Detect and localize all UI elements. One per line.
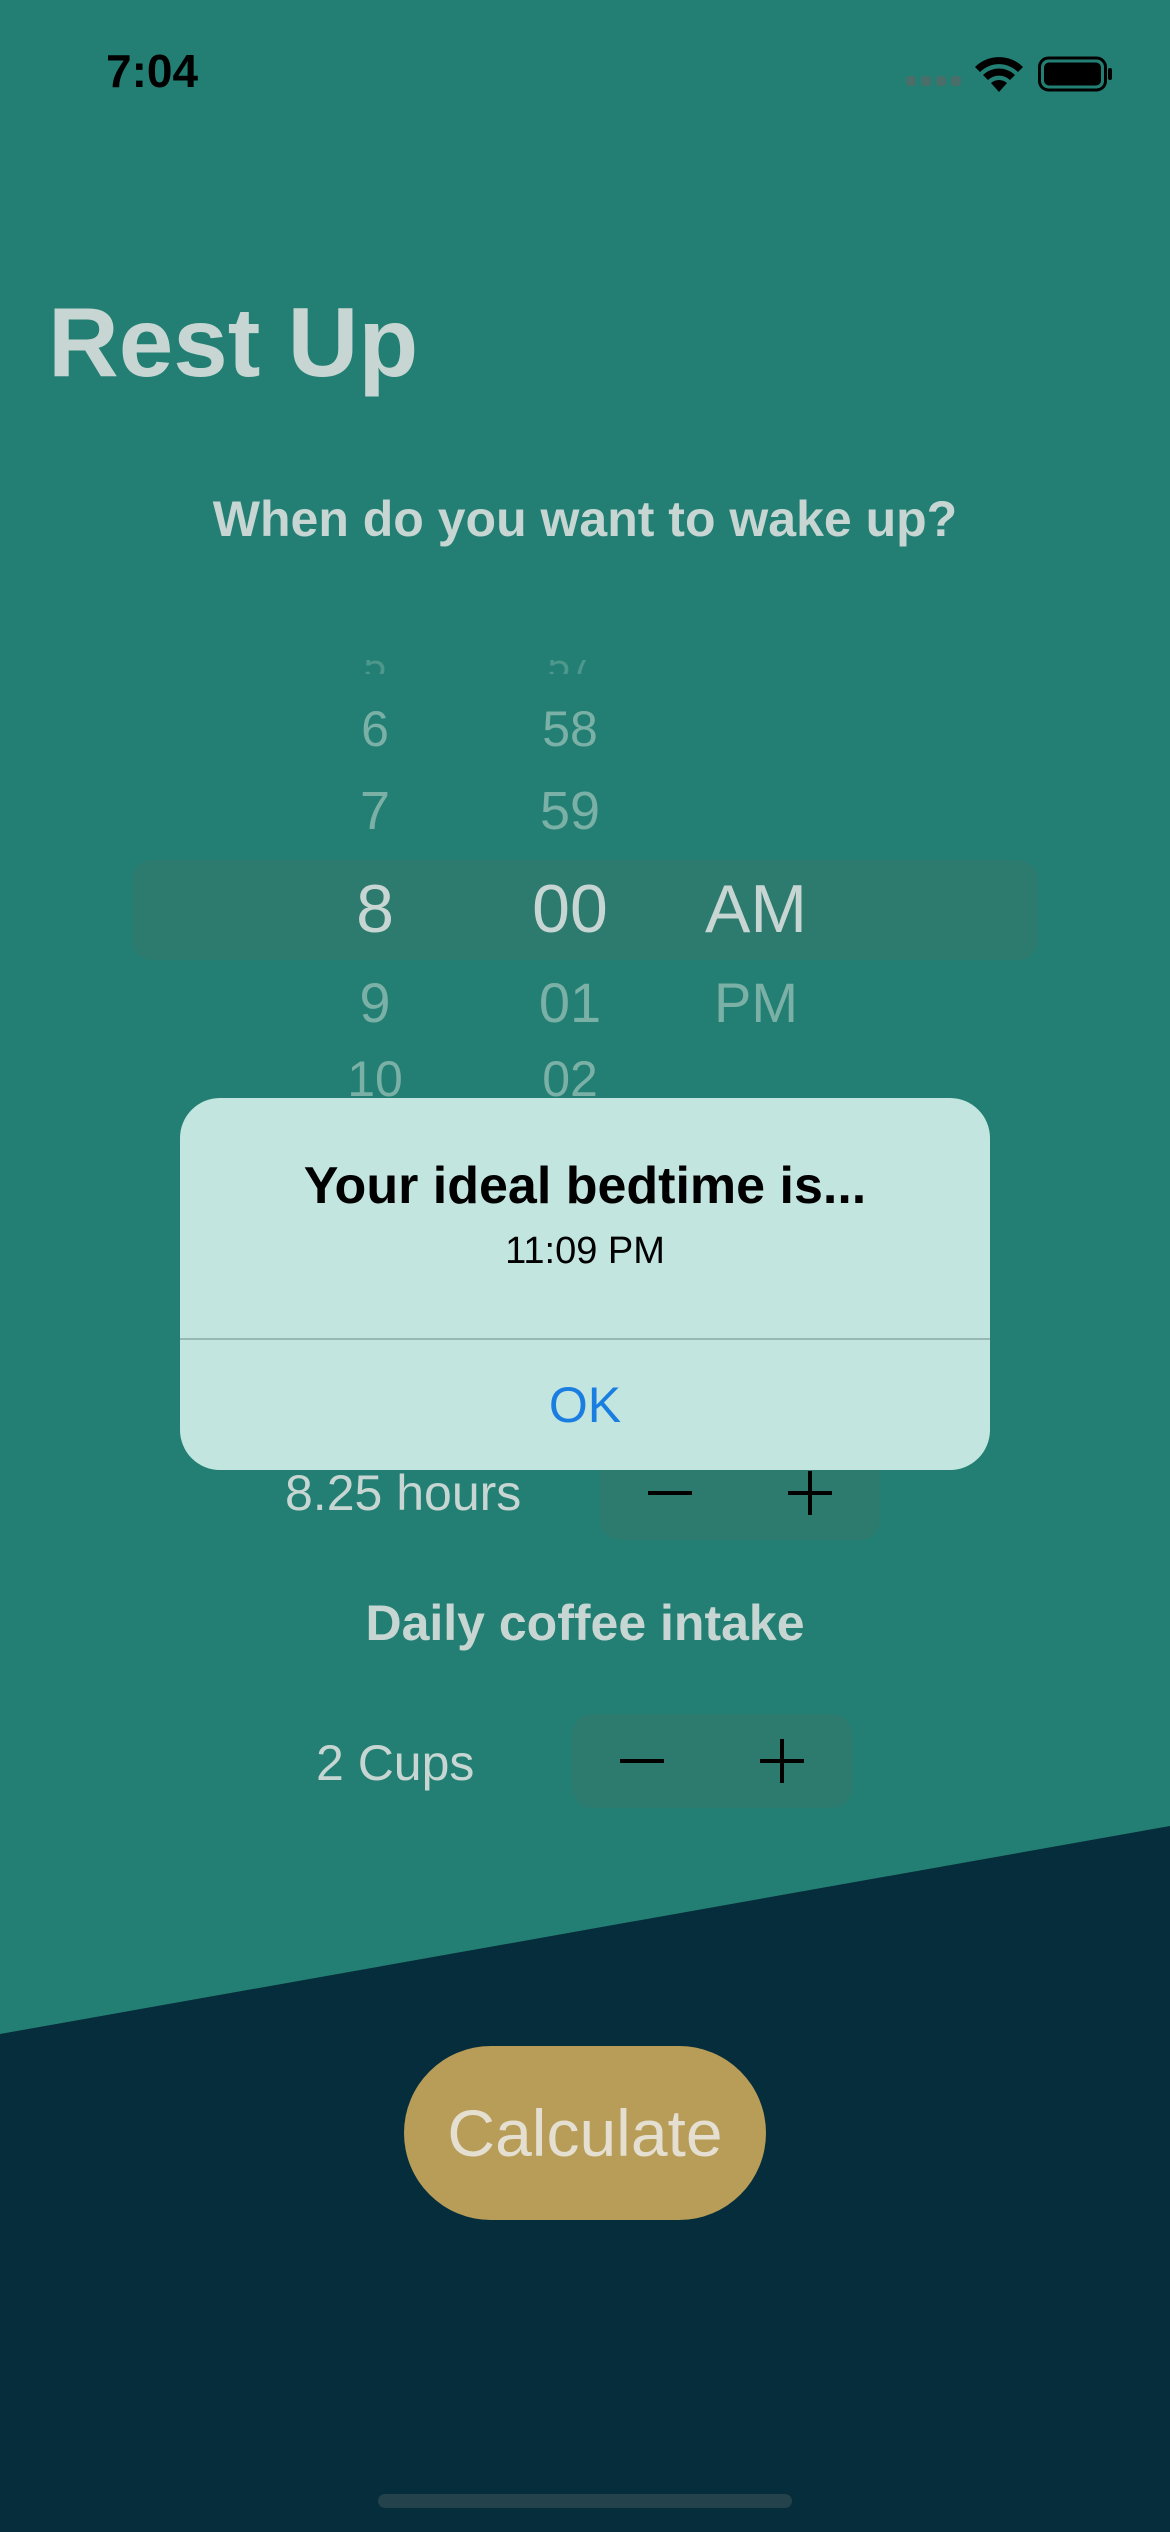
minute-option: 59 (539, 781, 601, 841)
period-wheel[interactable]: AM PM (686, 640, 826, 1100)
alert-ok-button[interactable]: OK (180, 1340, 990, 1470)
status-time: 7:04 (106, 45, 199, 97)
sleep-amount-value: 8.25 hours (285, 1465, 522, 1521)
minus-icon (648, 1491, 692, 1495)
plus-icon (760, 1739, 804, 1783)
coffee-intake-heading: Daily coffee intake (365, 1595, 805, 1651)
hour-option: 9 (359, 971, 391, 1034)
hour-wheel[interactable]: 5 6 7 8 9 10 (315, 640, 435, 1100)
wake-time-picker[interactable]: 5 6 7 8 9 10 57 58 59 00 01 02 AM PM (0, 640, 1170, 1100)
coffee-amount-stepper[interactable] (572, 1714, 852, 1808)
minute-option-selected: 00 (532, 871, 608, 947)
coffee-decrement-button[interactable] (572, 1714, 712, 1808)
home-indicator[interactable] (378, 2494, 792, 2508)
hour-option-selected: 8 (356, 871, 394, 947)
hour-option: 7 (359, 781, 391, 841)
app-title: Rest Up (48, 287, 419, 397)
cellular-signal-icon (906, 76, 962, 86)
minute-option: 57 (510, 660, 630, 674)
minute-wheel[interactable]: 57 58 59 00 01 02 (510, 640, 630, 1100)
bedtime-alert: Your ideal bedtime is... 11:09 PM OK (180, 1098, 990, 1470)
hour-option: 5 (315, 660, 435, 674)
minus-icon (620, 1759, 664, 1763)
plus-icon (788, 1471, 832, 1515)
hour-option: 6 (361, 701, 389, 757)
hour-option: 10 (347, 1051, 403, 1100)
coffee-increment-button[interactable] (712, 1714, 852, 1808)
period-option: PM (714, 971, 798, 1034)
calculate-button[interactable]: Calculate (404, 2046, 766, 2220)
wifi-icon (975, 57, 1023, 92)
minute-option: 58 (542, 701, 598, 757)
alert-title: Your ideal bedtime is... (303, 1157, 867, 1215)
alert-message: 11:09 PM (505, 1230, 665, 1272)
battery-icon (1038, 56, 1112, 92)
period-option-selected: AM (705, 871, 807, 947)
coffee-amount-value: 2 Cups (316, 1735, 475, 1791)
wake-up-question: When do you want to wake up? (212, 491, 958, 547)
minute-option: 01 (538, 971, 602, 1034)
minute-option: 02 (542, 1051, 598, 1100)
